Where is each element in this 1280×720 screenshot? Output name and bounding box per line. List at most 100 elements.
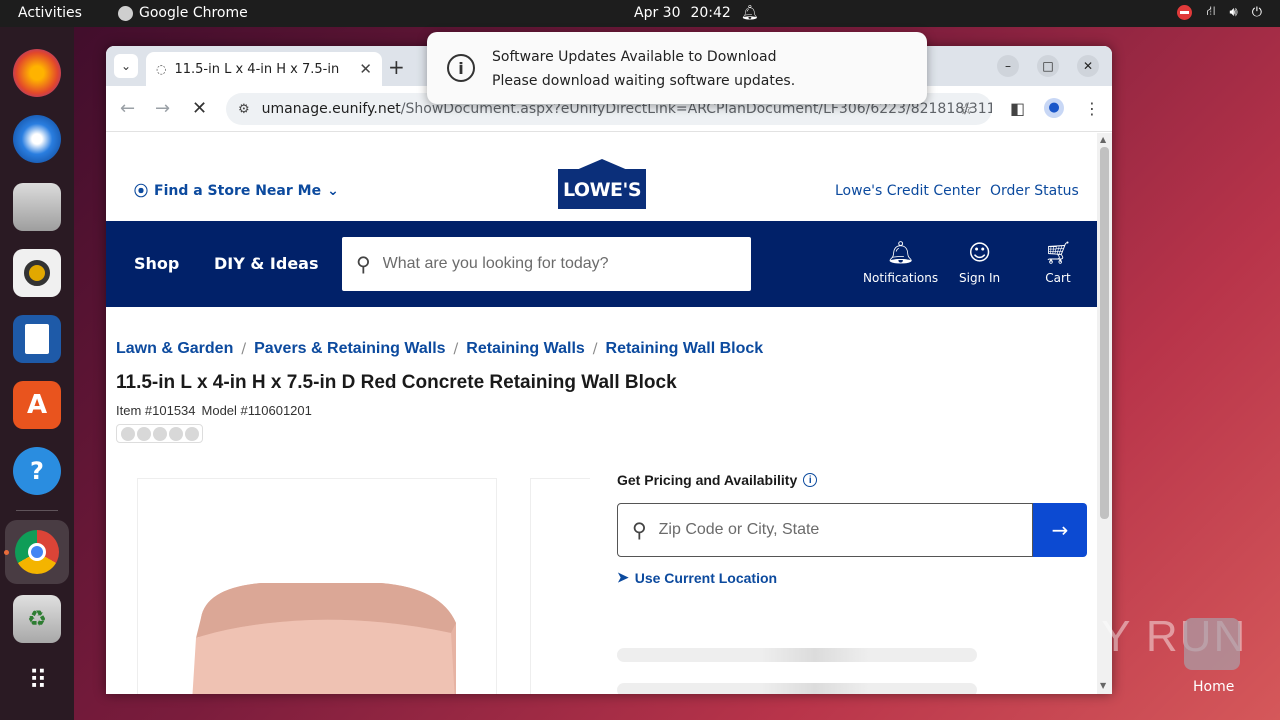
site-info-icon[interactable]: ⚙	[238, 102, 250, 117]
update-notification[interactable]: i Software Updates Available to Download…	[427, 32, 927, 104]
zip-submit-button[interactable]: →	[1033, 503, 1087, 557]
lowes-logo[interactable]: LOWE'S	[558, 159, 646, 209]
running-indicator	[4, 550, 9, 555]
back-button[interactable]: ←	[120, 98, 135, 119]
notifications-button[interactable]: 🔔︎ Notifications	[863, 241, 938, 285]
profile-icon[interactable]: ●	[1044, 98, 1064, 118]
loading-favicon-icon: ◌	[156, 62, 167, 76]
breadcrumb-retaining-walls[interactable]: Retaining Walls	[466, 340, 585, 358]
tab-active[interactable]: ◌ 11.5-in L x 4-in H x 7.5-in ✕	[146, 52, 382, 86]
cart-button[interactable]: 🛒︎ Cart	[1044, 241, 1072, 285]
menu-kebab-icon[interactable]: ⋮	[1084, 99, 1100, 118]
zip-input[interactable]	[658, 521, 999, 539]
minimize-button[interactable]: –	[997, 55, 1019, 77]
star-icon	[137, 426, 151, 441]
breadcrumb-pavers[interactable]: Pavers & Retaining Walls	[254, 340, 445, 358]
star-icon	[185, 426, 199, 441]
lowes-header: ⦿ Find a Store Near Me ⌄ LOWE'S Lowe's C…	[106, 133, 1097, 221]
cart-label: Cart	[1045, 271, 1071, 285]
writer-icon[interactable]	[13, 315, 61, 363]
stop-icon[interactable]	[1177, 5, 1193, 20]
home-label: Home	[1193, 679, 1235, 695]
chrome-small-icon	[118, 5, 133, 21]
volume-icon: 🔊︎	[1229, 5, 1238, 20]
dock: A ? ♻ ⠿	[0, 27, 74, 720]
rating-stars[interactable]	[116, 424, 203, 443]
zip-box: ⚲	[617, 503, 1033, 557]
order-status-link[interactable]: Order Status	[990, 183, 1079, 199]
tab-close-icon[interactable]: ✕	[359, 60, 372, 78]
search-icon: ⚲	[632, 518, 647, 542]
date-text: Apr 30	[634, 5, 681, 21]
breadcrumb-lawn-garden[interactable]: Lawn & Garden	[116, 340, 233, 358]
stop-loading-button[interactable]: ✕	[192, 98, 207, 119]
info-icon[interactable]: i	[803, 473, 818, 487]
app-grid-icon[interactable]: ⠿	[13, 657, 61, 705]
product-image-card-secondary[interactable]	[530, 478, 590, 694]
trash-icon[interactable]: ♻	[13, 595, 61, 643]
thunderbird-icon[interactable]	[13, 115, 61, 163]
star-icon	[169, 426, 183, 441]
files-icon[interactable]	[13, 183, 61, 231]
search-icon: ⚲	[356, 252, 371, 276]
tab-search-button[interactable]: ⌄	[114, 54, 138, 78]
dock-separator	[16, 510, 58, 511]
cart-icon: 🛒︎	[1044, 241, 1072, 266]
network-icon: ⛙	[1206, 4, 1216, 19]
activities-button[interactable]: Activities	[18, 5, 82, 21]
bookmark-star-icon[interactable]: ☆	[959, 99, 973, 118]
page-scrollbar[interactable]: ▲ ▼	[1097, 133, 1112, 694]
navigation-arrow-icon: ➤	[617, 569, 629, 585]
use-current-location-link[interactable]: ➤ Use Current Location	[617, 569, 777, 586]
breadcrumb-separator: /	[592, 341, 598, 357]
item-number: Item #101534	[116, 403, 196, 418]
notification-title: Software Updates Available to Download	[492, 49, 777, 65]
home-folder-icon[interactable]	[1184, 618, 1240, 670]
main-nav: Shop DIY & Ideas ⚲ 🔔︎ Notifications ☺ Si…	[106, 221, 1097, 307]
notification-body: Please download waiting software updates…	[492, 73, 796, 89]
diy-ideas-menu[interactable]: DIY & Ideas	[214, 254, 319, 273]
breadcrumb-separator: /	[453, 341, 459, 357]
rhythmbox-icon[interactable]	[13, 249, 61, 297]
star-icon	[121, 426, 135, 441]
new-tab-button[interactable]: +	[388, 55, 405, 79]
breadcrumb-retaining-wall-block[interactable]: Retaining Wall Block	[606, 340, 764, 358]
chrome-icon[interactable]	[5, 520, 69, 584]
clock[interactable]: Apr 30 20:42 🔔︎	[634, 5, 759, 21]
url-host: umanage.eunify.net	[261, 101, 401, 117]
shop-menu[interactable]: Shop	[134, 254, 179, 273]
search-box: ⚲	[342, 237, 751, 291]
find-store-label: Find a Store Near Me	[154, 183, 322, 199]
app-center-icon[interactable]: A	[13, 381, 61, 429]
chevron-down-icon: ⌄	[327, 183, 339, 199]
tab-title: 11.5-in L x 4-in H x 7.5-in	[174, 61, 340, 77]
search-input[interactable]	[382, 255, 723, 273]
help-icon[interactable]: ?	[13, 447, 61, 495]
forward-button[interactable]: →	[155, 98, 170, 119]
product-title: 11.5-in L x 4-in H x 7.5-in D Red Concre…	[116, 372, 677, 393]
bell-icon: 🔔︎	[740, 5, 759, 21]
notifications-label: Notifications	[863, 271, 939, 285]
chrome-window: ⌄ ◌ 11.5-in L x 4-in H x 7.5-in ✕ + – □ …	[106, 46, 1112, 694]
find-store-link[interactable]: ⦿ Find a Store Near Me ⌄	[134, 181, 339, 201]
logo-roof	[574, 159, 630, 171]
user-icon: ☺	[968, 241, 992, 266]
side-panel-icon[interactable]: ◧	[1010, 99, 1025, 118]
breadcrumb: Lawn & Garden / Pavers & Retaining Walls…	[116, 340, 763, 358]
app-menu[interactable]: Google Chrome	[118, 5, 248, 21]
sign-in-label: Sign In	[959, 271, 1001, 285]
chevron-down-icon: ⌄	[120, 59, 132, 73]
bell-icon: 🔔︎	[886, 241, 915, 266]
scrollbar-thumb[interactable]	[1100, 147, 1109, 519]
star-icon	[153, 426, 167, 441]
scroll-up-icon[interactable]: ▲	[1100, 135, 1106, 144]
maximize-button[interactable]: □	[1037, 55, 1059, 77]
firefox-icon[interactable]	[13, 49, 61, 97]
system-tray[interactable]: ⛙ 🔊︎ ⏻	[1177, 4, 1262, 21]
credit-center-link[interactable]: Lowe's Credit Center	[835, 183, 980, 199]
loading-skeleton	[617, 648, 977, 662]
sign-in-button[interactable]: ☺ Sign In	[959, 241, 1000, 285]
model-number: Model #110601201	[201, 403, 312, 418]
close-button[interactable]: ✕	[1077, 55, 1099, 77]
scroll-down-icon[interactable]: ▼	[1100, 681, 1106, 690]
